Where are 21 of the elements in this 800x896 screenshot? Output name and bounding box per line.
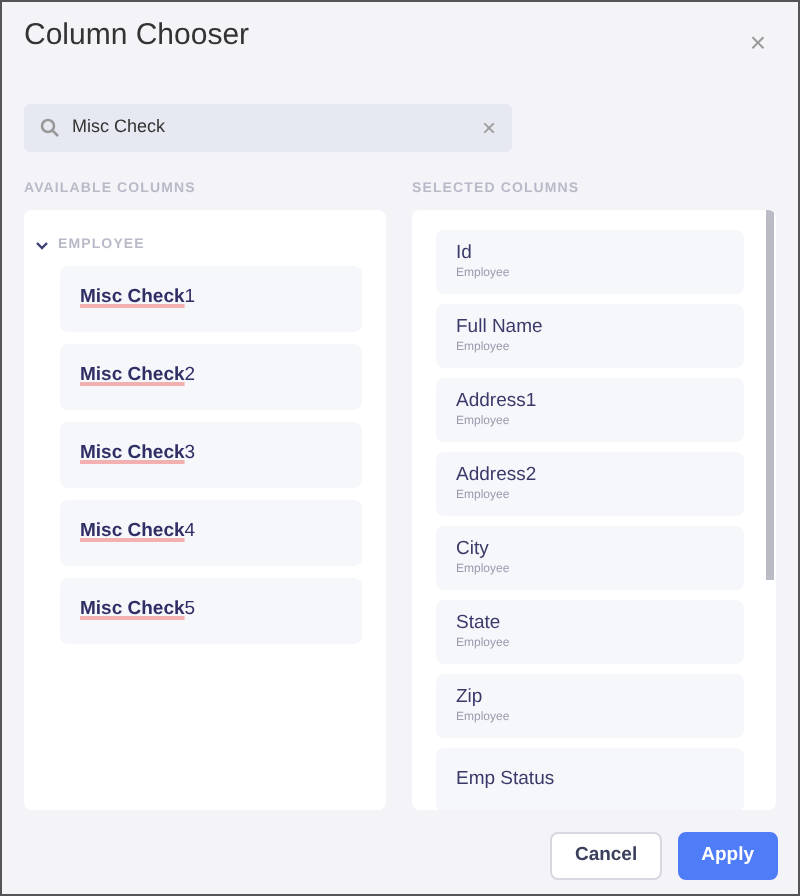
- column-name: City: [456, 538, 491, 562]
- column-name: State: [456, 612, 503, 636]
- column-item[interactable]: Misc Check1: [60, 265, 362, 331]
- cancel-button[interactable]: Cancel: [550, 832, 662, 880]
- dialog-title: Column Chooser: [24, 16, 250, 56]
- column-item[interactable]: Misc Check2: [60, 343, 362, 409]
- column-name: Emp Status: [456, 768, 557, 792]
- column-name: Address1: [456, 390, 539, 414]
- scrollbar[interactable]: [766, 210, 774, 580]
- column-name: Full Name: [456, 316, 545, 340]
- column-item[interactable]: Emp Status: [436, 748, 744, 810]
- apply-button[interactable]: Apply: [677, 832, 778, 880]
- column-name: Id: [456, 242, 474, 266]
- column-item[interactable]: Misc Check3: [60, 421, 362, 487]
- column-item[interactable]: Misc Check5: [60, 577, 362, 643]
- column-name: Zip: [456, 686, 485, 710]
- chevron-icon: [36, 242, 48, 251]
- search-icon: [40, 118, 60, 138]
- column-name: Address2: [456, 464, 539, 488]
- search-field[interactable]: Misc Check ×: [24, 104, 512, 152]
- column-item[interactable]: Misc Check4: [60, 499, 362, 565]
